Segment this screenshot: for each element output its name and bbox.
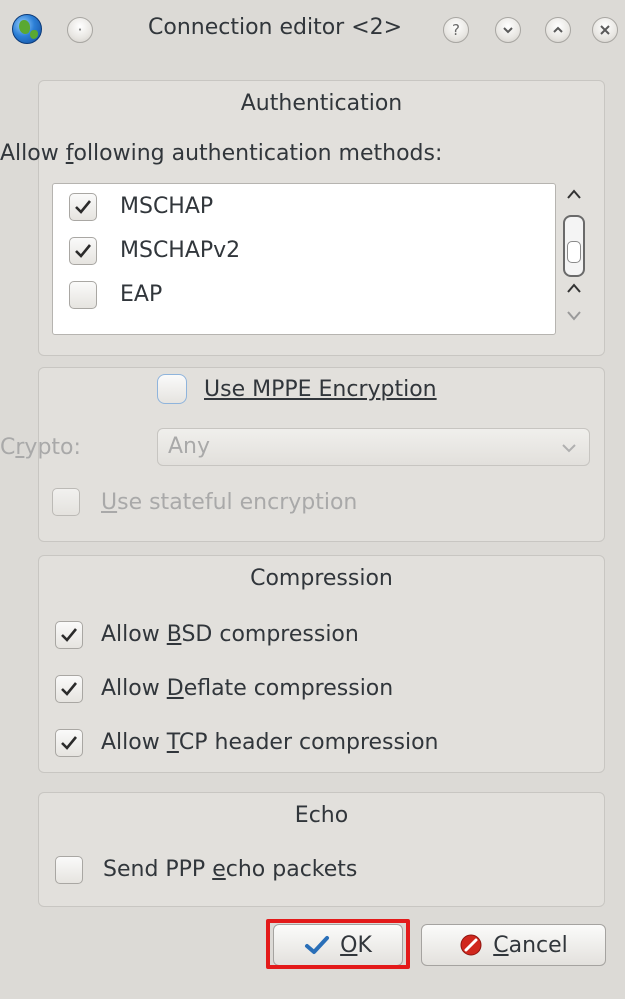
window-title: Connection editor <2> [148,15,403,40]
auth-method-label: MSCHAP [120,194,214,219]
deflate-compression-checkbox[interactable] [55,675,83,703]
maximize-icon[interactable] [545,17,571,43]
cancel-icon [460,934,482,956]
checkmark-icon [61,628,78,642]
authentication-title: Authentication [240,91,403,116]
use-mppe-checkbox[interactable] [157,374,187,404]
tcp-header-compression-checkbox[interactable] [55,729,83,757]
echo-title: Echo [294,803,349,828]
deflate-compression-label: Allow Deflate compression [101,676,394,701]
minimize-icon[interactable] [495,17,521,43]
stateful-encryption-label: Use stateful encryption [101,490,358,515]
checkmark-icon [75,200,92,214]
crypto-label: Crypto: [0,435,81,460]
close-icon[interactable] [592,17,618,43]
bsd-compression-checkbox[interactable] [55,621,83,649]
cancel-label: Cancel [493,932,568,958]
help-icon[interactable]: ? [443,17,469,43]
shade-icon[interactable]: · [67,17,93,43]
authentication-prompt: Allow following authentication methods: [0,141,443,166]
auth-method-checkbox-mschap[interactable] [69,193,97,221]
echo-group: Echo [38,792,605,907]
stateful-encryption-checkbox[interactable] [52,488,80,516]
auth-method-checkbox-eap[interactable] [69,281,97,309]
use-mppe-label[interactable]: Use MPPE Encryption [204,377,437,402]
auth-method-checkbox-mschapv2[interactable] [69,237,97,265]
auth-methods-list[interactable]: MSCHAP MSCHAPv2 EAP [52,183,556,335]
send-echo-checkbox[interactable] [55,856,83,884]
auth-method-label: MSCHAPv2 [120,238,241,263]
checkmark-icon [75,244,92,258]
scroll-down-icon[interactable] [566,308,582,326]
ok-highlight-box [266,919,410,969]
scroll-up-icon[interactable] [566,188,582,206]
auth-method-label: EAP [120,282,163,307]
bsd-compression-label: Allow BSD compression [101,622,359,647]
compression-title: Compression [250,566,393,591]
chevron-down-icon [562,444,576,453]
app-globe-icon[interactable] [12,14,42,44]
cancel-button[interactable]: Cancel [421,924,606,966]
checkmark-icon [61,682,78,696]
scrollbar-handle[interactable] [563,215,585,277]
send-echo-label: Send PPP echo packets [103,857,358,882]
tcp-header-compression-label: Allow TCP header compression [101,730,439,755]
scroll-up-icon[interactable] [566,282,582,300]
checkmark-icon [61,736,78,750]
crypto-value: Any [168,434,211,459]
window-titlebar: · Connection editor <2> ? [0,0,625,62]
crypto-select[interactable]: Any [157,428,590,466]
